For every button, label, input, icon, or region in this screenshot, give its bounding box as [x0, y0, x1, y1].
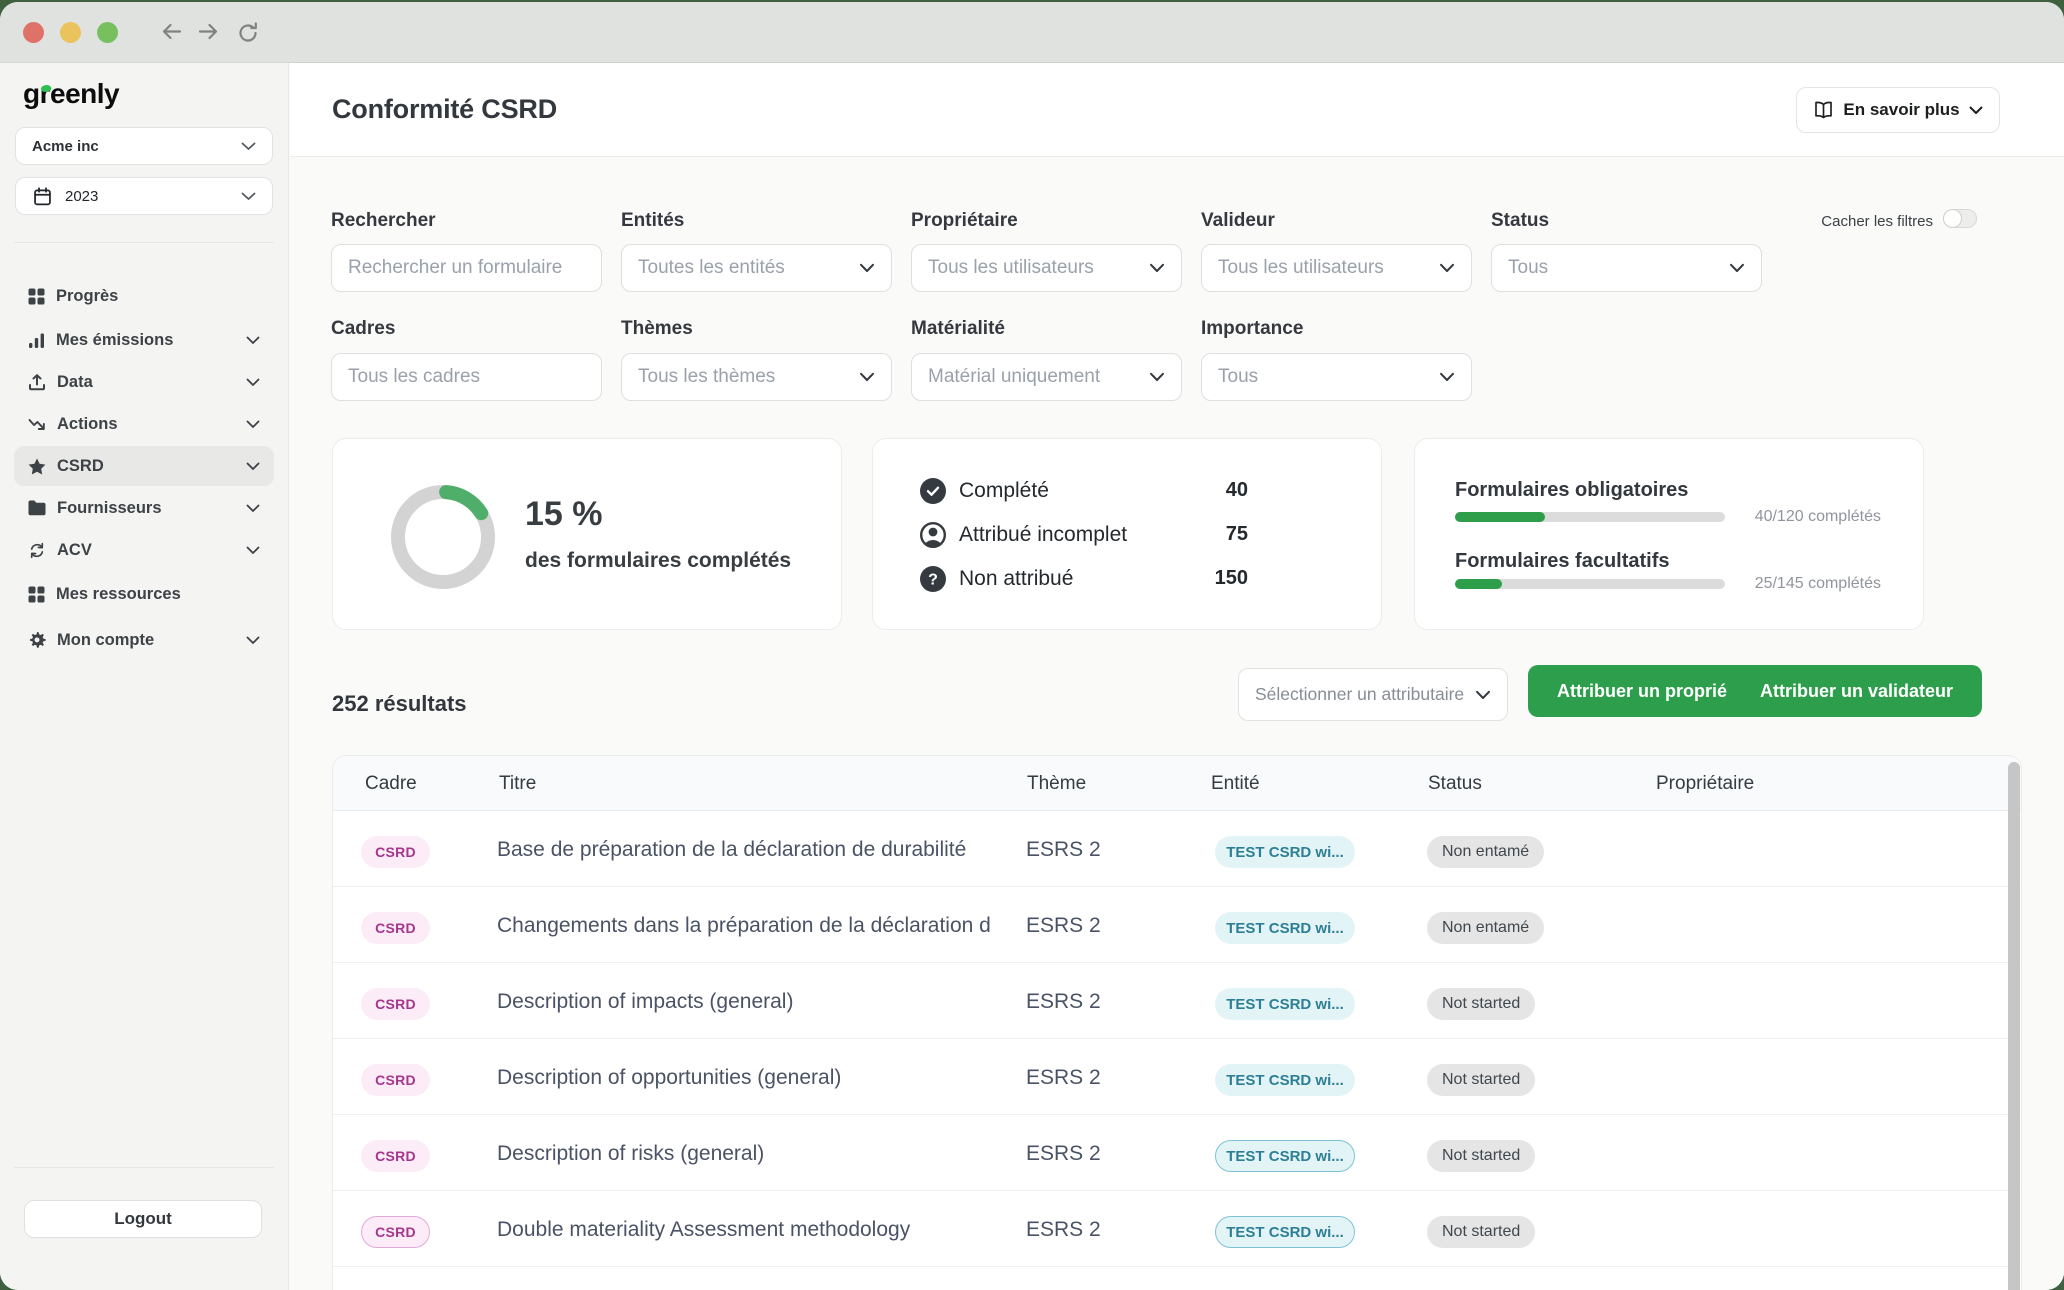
svg-text:?: ?: [928, 572, 938, 589]
